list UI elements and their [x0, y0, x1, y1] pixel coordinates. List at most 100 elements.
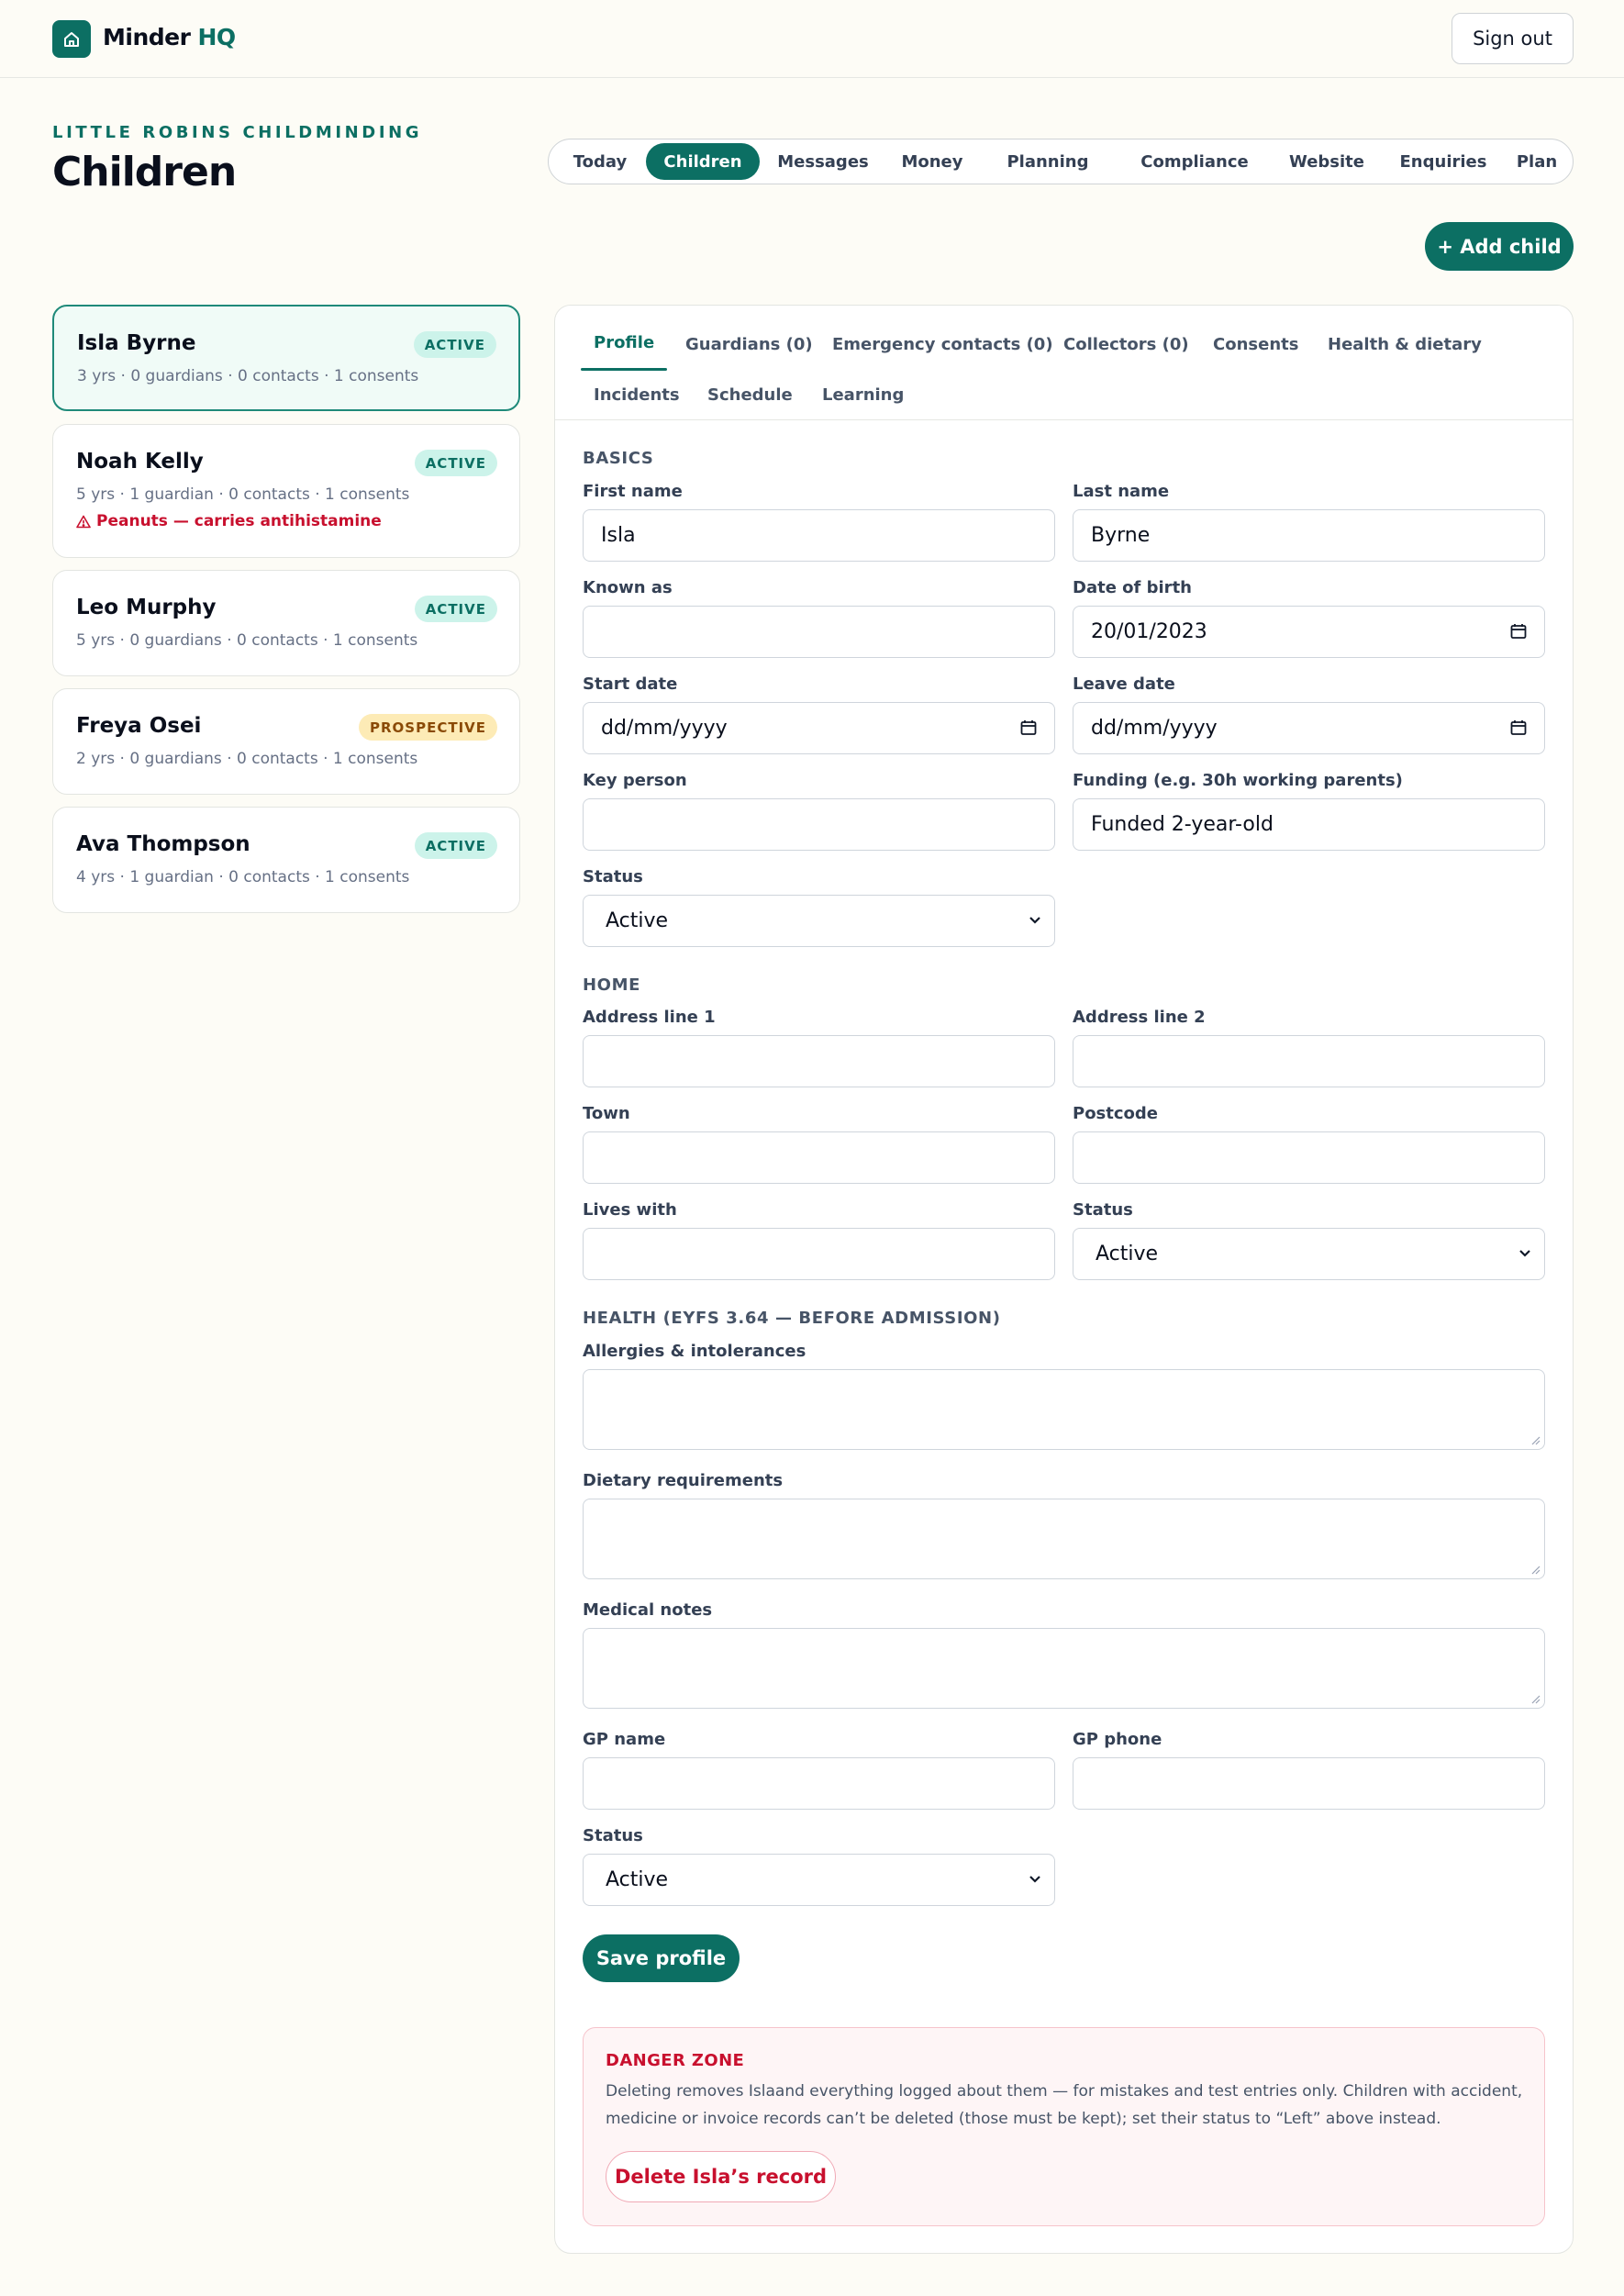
tab-incidents[interactable]: Incidents [594, 385, 680, 405]
tab-emergency-contacts[interactable]: Emergency contacts (0) [832, 335, 1053, 354]
main-nav: Today Children Messages Money Planning C… [548, 139, 1574, 184]
funding-value: Funded 2-year-old [1091, 813, 1274, 836]
nav-compliance[interactable]: Compliance [1119, 143, 1270, 180]
top-bar: Minder HQ Sign out [0, 0, 1624, 78]
dob-label: Date of birth [1073, 578, 1192, 597]
tab-schedule[interactable]: Schedule [707, 385, 793, 405]
gp-name-label: GP name [583, 1730, 666, 1749]
calendar-icon[interactable] [1510, 623, 1527, 640]
basics-status-select[interactable]: Active [583, 895, 1055, 947]
nav-today[interactable]: Today [552, 143, 648, 180]
dietary-textarea[interactable] [583, 1499, 1545, 1579]
town-field[interactable] [583, 1131, 1055, 1184]
health-status-label: Status [583, 1826, 643, 1845]
nav-enquiries[interactable]: Enquiries [1382, 143, 1505, 180]
allergies-textarea[interactable] [583, 1369, 1545, 1450]
child-name: Noah Kelly [76, 450, 204, 474]
danger-zone-title: DANGER ZONE [606, 2051, 745, 2070]
child-card-freya-osei[interactable]: Freya Osei PROSPECTIVE 2 yrs · 0 guardia… [52, 688, 520, 795]
known-as-field[interactable] [583, 606, 1055, 658]
child-card-ava-thompson[interactable]: Ava Thompson ACTIVE 4 yrs · 1 guardian ·… [52, 807, 520, 913]
first-name-value: Isla [601, 524, 636, 547]
leave-date-value: dd/mm/yyyy [1091, 717, 1218, 740]
leave-date-label: Leave date [1073, 674, 1175, 694]
nav-website[interactable]: Website [1270, 143, 1384, 180]
section-health-title: HEALTH (EYFS 3.64 — BEFORE ADMISSION) [583, 1309, 1001, 1328]
sign-out-button[interactable]: Sign out [1452, 13, 1574, 64]
save-profile-button[interactable]: Save profile [583, 1934, 740, 1982]
funding-label: Funding (e.g. 30h working parents) [1073, 771, 1403, 790]
address1-field[interactable] [583, 1035, 1055, 1087]
tab-consents[interactable]: Consents [1213, 335, 1298, 354]
leave-date-field[interactable]: dd/mm/yyyy [1073, 702, 1545, 754]
gp-phone-field[interactable] [1073, 1757, 1545, 1810]
postcode-label: Postcode [1073, 1104, 1159, 1123]
health-status-select[interactable]: Active [583, 1854, 1055, 1906]
child-meta: 2 yrs · 0 guardians · 0 contacts · 1 con… [76, 750, 418, 768]
last-name-field[interactable]: Byrne [1073, 509, 1545, 562]
allergy-alert-text: Peanuts — carries antihistamine [96, 512, 382, 530]
status-badge: ACTIVE [414, 832, 497, 859]
calendar-icon[interactable] [1020, 719, 1037, 736]
tab-health-dietary[interactable]: Health & dietary [1328, 335, 1482, 354]
danger-zone-text: Deleting removes Islaand everything logg… [606, 2082, 1523, 2128]
lives-with-field[interactable] [583, 1228, 1055, 1280]
home-status-label: Status [1073, 1200, 1133, 1220]
gp-name-field[interactable] [583, 1757, 1055, 1810]
home-status-value: Active [1096, 1243, 1159, 1265]
allergy-alert: Peanuts — carries antihistamine [76, 512, 382, 530]
section-home-title: HOME [583, 975, 640, 995]
address1-label: Address line 1 [583, 1008, 716, 1027]
app-logo[interactable]: Minder HQ [103, 24, 236, 50]
start-date-label: Start date [583, 674, 678, 694]
organisation-name: LITTLE ROBINS CHILDMINDING [52, 123, 423, 142]
nav-children[interactable]: Children [646, 143, 760, 180]
resize-handle-icon[interactable] [1530, 1435, 1541, 1445]
add-child-button[interactable]: + Add child [1425, 222, 1574, 271]
child-meta: 5 yrs · 1 guardian · 0 contacts · 1 cons… [76, 485, 410, 504]
chevron-down-icon [1519, 1250, 1530, 1257]
chevron-down-icon [1029, 1876, 1040, 1883]
dob-value: 20/01/2023 [1091, 620, 1207, 643]
resize-handle-icon[interactable] [1530, 1565, 1541, 1575]
first-name-field[interactable]: Isla [583, 509, 1055, 562]
danger-zone: DANGER ZONE Deleting removes Islaand eve… [583, 2027, 1545, 2226]
nav-planning[interactable]: Planning [991, 143, 1105, 180]
tabs-divider [555, 419, 1573, 420]
tab-learning[interactable]: Learning [822, 385, 904, 405]
known-as-label: Known as [583, 578, 673, 597]
last-name-value: Byrne [1091, 524, 1151, 547]
medical-notes-textarea[interactable] [583, 1628, 1545, 1709]
child-card-noah-kelly[interactable]: Noah Kelly ACTIVE 5 yrs · 1 guardian · 0… [52, 424, 520, 558]
tab-collectors[interactable]: Collectors (0) [1063, 335, 1189, 354]
nav-money[interactable]: Money [884, 143, 980, 180]
first-name-label: First name [583, 482, 683, 501]
home-icon[interactable] [52, 20, 91, 58]
tab-active-indicator [581, 368, 668, 371]
postcode-field[interactable] [1073, 1131, 1545, 1184]
gp-phone-label: GP phone [1073, 1730, 1162, 1749]
calendar-icon[interactable] [1510, 719, 1527, 736]
health-status-value: Active [606, 1868, 669, 1891]
child-name: Ava Thompson [76, 832, 250, 856]
start-date-field[interactable]: dd/mm/yyyy [583, 702, 1055, 754]
child-name: Leo Murphy [76, 596, 217, 619]
child-card-leo-murphy[interactable]: Leo Murphy ACTIVE 5 yrs · 0 guardians · … [52, 570, 520, 676]
last-name-label: Last name [1073, 482, 1170, 501]
resize-handle-icon[interactable] [1530, 1694, 1541, 1704]
child-profile-panel: Profile Guardians (0) Emergency contacts… [554, 305, 1574, 2254]
nav-messages[interactable]: Messages [762, 143, 884, 180]
key-person-field[interactable] [583, 798, 1055, 851]
dob-field[interactable]: 20/01/2023 [1073, 606, 1545, 658]
tab-label: Profile [594, 333, 655, 352]
key-person-label: Key person [583, 771, 687, 790]
child-card-isla-byrne[interactable]: Isla Byrne ACTIVE 3 yrs · 0 guardians · … [52, 305, 520, 411]
funding-field[interactable]: Funded 2-year-old [1073, 798, 1545, 851]
tab-profile[interactable]: Profile [581, 333, 668, 371]
status-badge: ACTIVE [413, 331, 496, 358]
nav-plan[interactable]: Plan [1505, 143, 1569, 180]
home-status-select[interactable]: Active [1073, 1228, 1545, 1280]
address2-field[interactable] [1073, 1035, 1545, 1087]
tab-guardians[interactable]: Guardians (0) [685, 335, 813, 354]
delete-record-button[interactable]: Delete Isla’s record [606, 2151, 836, 2202]
